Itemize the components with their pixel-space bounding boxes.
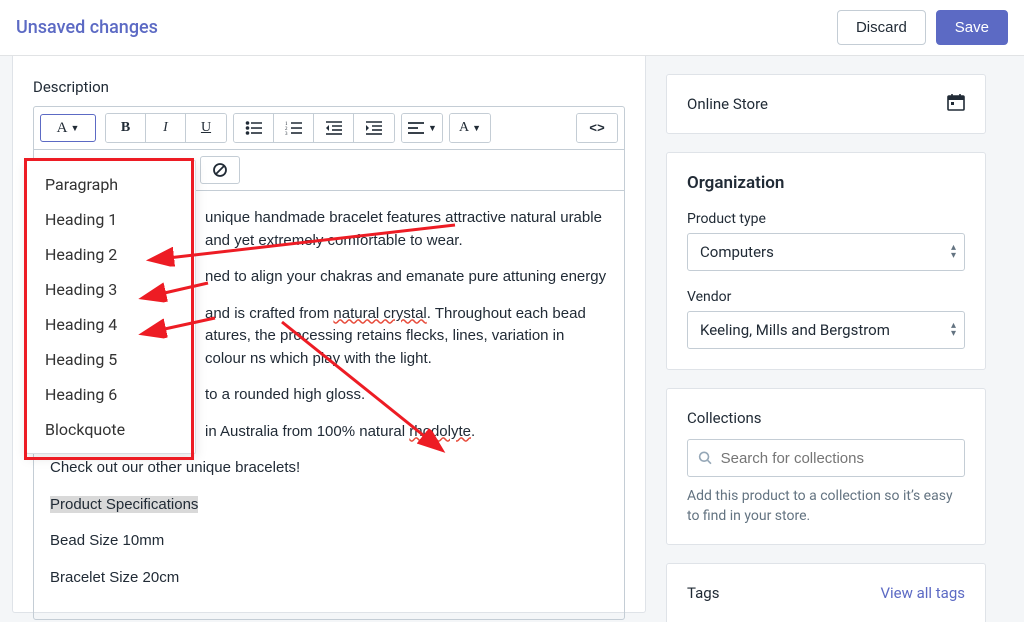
- format-option-heading-3[interactable]: Heading 3: [27, 272, 195, 307]
- format-option-heading-1[interactable]: Heading 1: [27, 202, 195, 237]
- tags-card: Tags View all tags: [666, 563, 986, 622]
- collections-search-wrapper: [687, 439, 965, 477]
- vendor-select[interactable]: Keeling, Mills and Bergstrom ▴▾: [687, 311, 965, 349]
- editor-line: Product Specifications: [50, 496, 198, 513]
- format-dropdown-menu: ParagraphHeading 1Heading 2Heading 3Head…: [26, 160, 196, 454]
- rte-toolbar: A▼ B I U 123: [33, 106, 625, 149]
- outdent-button[interactable]: [314, 114, 354, 142]
- description-label: Description: [33, 78, 625, 96]
- numbered-list-button[interactable]: 123: [274, 114, 314, 142]
- html-view-button[interactable]: <>: [577, 114, 617, 142]
- tags-label: Tags: [687, 584, 719, 602]
- bullet-list-button[interactable]: [234, 114, 274, 142]
- save-button[interactable]: Save: [936, 10, 1008, 45]
- online-store-card: Online Store: [666, 74, 986, 134]
- product-type-value: Computers: [700, 243, 774, 261]
- bold-button[interactable]: B: [106, 114, 146, 142]
- product-type-select[interactable]: Computers ▴▾: [687, 233, 965, 271]
- format-option-paragraph[interactable]: Paragraph: [27, 167, 195, 202]
- format-dropdown-button[interactable]: A▼: [40, 114, 96, 142]
- vendor-value: Keeling, Mills and Bergstrom: [700, 321, 890, 339]
- svg-text:3: 3: [285, 132, 288, 136]
- collections-card: Collections Add this product to a collec…: [666, 388, 986, 545]
- calendar-icon[interactable]: [947, 93, 965, 115]
- collections-label: Collections: [687, 409, 965, 427]
- select-arrows-icon: ▴▾: [951, 322, 956, 338]
- list-indent-group: 123: [233, 113, 395, 143]
- collections-search-input[interactable]: [721, 450, 954, 467]
- select-arrows-icon: ▴▾: [951, 244, 956, 260]
- editor-line: and is crafted from: [205, 305, 333, 322]
- product-type-label: Product type: [687, 211, 965, 227]
- editor-line: ned to align your chakras and emanate pu…: [205, 268, 606, 285]
- unsaved-changes-bar: Unsaved changes Discard Save: [0, 0, 1024, 56]
- italic-button[interactable]: I: [146, 114, 186, 142]
- organization-card: Organization Product type Computers ▴▾ V…: [666, 152, 986, 370]
- format-option-heading-4[interactable]: Heading 4: [27, 307, 195, 342]
- format-option-heading-5[interactable]: Heading 5: [27, 342, 195, 377]
- editor-line: Check out our other unique bracelets!: [50, 459, 300, 476]
- editor-line: Bracelet Size 20cm: [50, 569, 179, 586]
- align-button[interactable]: ▼: [402, 114, 442, 142]
- clear-formatting-button[interactable]: [200, 156, 240, 184]
- align-group: ▼: [401, 113, 443, 143]
- editor-line: unique handmade bracelet features attrac…: [205, 209, 602, 249]
- collections-hint: Add this product to a collection so it’s…: [687, 487, 965, 526]
- format-option-heading-2[interactable]: Heading 2: [27, 237, 195, 272]
- discard-button[interactable]: Discard: [837, 10, 926, 45]
- underline-button[interactable]: U: [186, 114, 226, 142]
- vendor-label: Vendor: [687, 289, 965, 305]
- editor-line: .: [471, 423, 475, 440]
- indent-button[interactable]: [354, 114, 394, 142]
- editor-line: Bead Size 10mm: [50, 532, 164, 549]
- format-option-blockquote[interactable]: Blockquote: [27, 412, 195, 447]
- editor-line: natural crystal: [333, 305, 426, 322]
- editor-line: to a rounded high gloss.: [205, 386, 365, 403]
- editor-line: rhodolyte: [409, 423, 471, 440]
- search-icon: [698, 450, 713, 466]
- view-all-tags-link[interactable]: View all tags: [880, 584, 965, 602]
- editor-line: in Australia from 100% natural: [205, 423, 409, 440]
- text-color-button[interactable]: A▼: [450, 114, 490, 142]
- organization-title: Organization: [687, 173, 965, 193]
- topbar-actions: Discard Save: [837, 10, 1008, 45]
- unsaved-changes-title: Unsaved changes: [16, 17, 158, 38]
- html-group: <>: [576, 113, 618, 143]
- text-style-group: B I U: [105, 113, 227, 143]
- format-option-heading-6[interactable]: Heading 6: [27, 377, 195, 412]
- text-color-group: A▼: [449, 113, 491, 143]
- online-store-title: Online Store: [687, 95, 768, 113]
